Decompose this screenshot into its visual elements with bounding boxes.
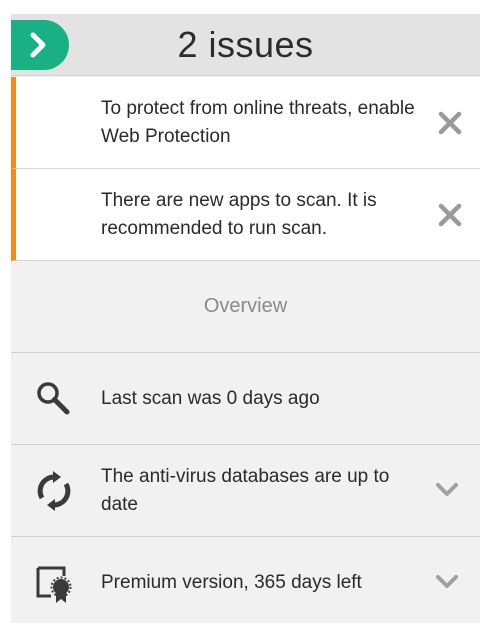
close-icon[interactable] bbox=[436, 109, 464, 137]
chevron-down-icon[interactable] bbox=[435, 573, 459, 591]
issue-text: There are new apps to scan. It is recomm… bbox=[101, 190, 377, 239]
chevron-down-icon[interactable] bbox=[435, 481, 459, 499]
issue-text: To protect from online threats, enable W… bbox=[101, 98, 415, 147]
status-row-databases[interactable]: The anti-virus databases are up to date bbox=[11, 445, 480, 537]
issues-count-title: 2 issues bbox=[177, 24, 314, 65]
status-row-last-scan[interactable]: Last scan was 0 days ago bbox=[11, 353, 480, 445]
issue-item-new-apps-scan[interactable]: There are new apps to scan. It is recomm… bbox=[11, 169, 480, 261]
status-text: Premium version, 365 days left bbox=[101, 572, 362, 593]
status-text: Last scan was 0 days ago bbox=[101, 388, 320, 409]
status-text: The anti-virus databases are up to date bbox=[101, 466, 390, 515]
header-bar: 2 issues bbox=[11, 14, 480, 76]
chevron-right-icon bbox=[30, 32, 46, 58]
license-certificate-icon bbox=[36, 566, 72, 603]
status-row-premium[interactable]: Premium version, 365 days left bbox=[11, 537, 480, 623]
overview-section-label: Overview bbox=[11, 261, 480, 353]
search-icon bbox=[37, 382, 70, 415]
app-screen: 2 issues To protect from online threats,… bbox=[11, 14, 480, 623]
issue-item-web-protection[interactable]: To protect from online threats, enable W… bbox=[11, 77, 480, 169]
expand-panel-button[interactable] bbox=[11, 20, 69, 70]
sync-icon bbox=[37, 471, 71, 511]
close-icon[interactable] bbox=[436, 201, 464, 229]
